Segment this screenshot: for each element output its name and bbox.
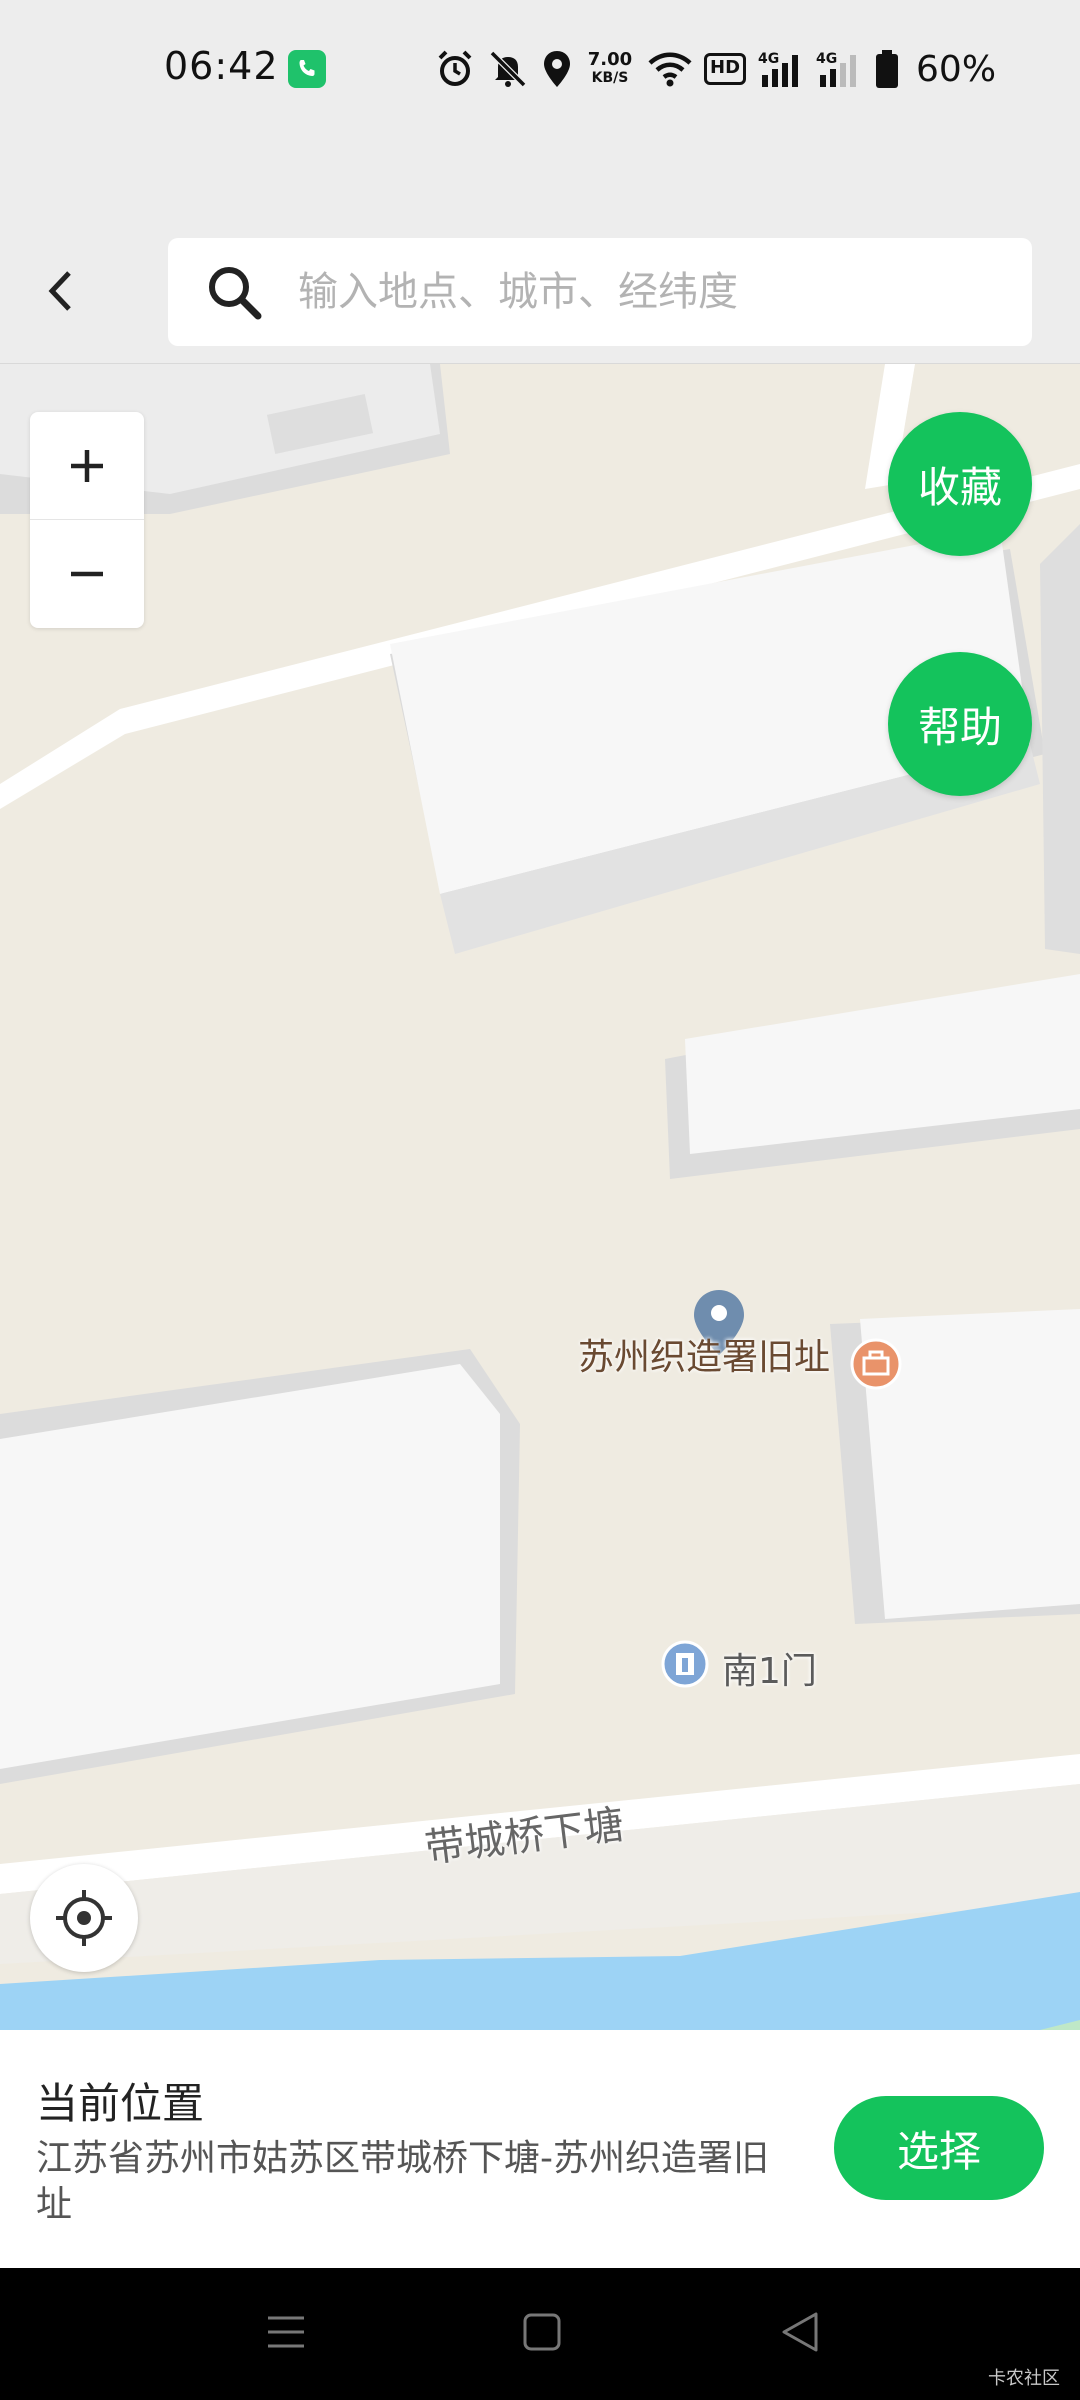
battery-percent: 60%: [916, 48, 997, 90]
alarm-icon: [438, 50, 472, 86]
status-icons: 7.00 KB/S HD 4G 4G 60%: [436, 44, 996, 94]
back-button[interactable]: [30, 256, 90, 326]
current-location-title: 当前位置: [36, 2079, 205, 2128]
battery-icon: [876, 50, 899, 88]
status-bar: 06:42 7.00 KB/S HD 4G 4G 60%: [0, 0, 1080, 140]
signal-4g-2-icon: 4G: [816, 51, 857, 87]
system-nav-bar: 卡农社区: [0, 2268, 1080, 2400]
location-sheet: 当前位置 江苏省苏州市姑苏区带城桥下塘-苏州织造署旧址 选择: [0, 2030, 1080, 2268]
watermark: 卡农社区: [988, 2368, 1060, 2389]
svg-text:4G: 4G: [758, 51, 779, 67]
hd-volte-icon: HD: [704, 53, 747, 85]
back-triangle-icon[interactable]: [778, 2310, 822, 2354]
net-speed: 7.00 KB/S: [584, 51, 636, 87]
mute-icon: [489, 50, 527, 88]
building-right-edge: [1040, 524, 1080, 954]
phone-call-icon: [288, 50, 326, 88]
minus-icon: [71, 571, 103, 577]
menu-icon[interactable]: [264, 2310, 308, 2354]
help-button[interactable]: 帮助: [888, 652, 1032, 796]
select-button[interactable]: 选择: [834, 2096, 1044, 2200]
svg-text:4G: 4G: [816, 51, 837, 67]
net-speed-unit: KB/S: [591, 70, 629, 86]
location-icon: [544, 51, 570, 87]
map-canvas: [0, 364, 1080, 2030]
poi-label-gate[interactable]: 南1门: [722, 1642, 817, 1694]
locate-me-button[interactable]: [30, 1864, 138, 1972]
search-box[interactable]: [168, 238, 1032, 346]
plus-icon: [71, 449, 103, 482]
poi-gate-icon: [661, 1640, 709, 1688]
chevron-left-icon: [48, 271, 71, 311]
zoom-in-button[interactable]: [30, 412, 144, 520]
building-bottom-left: [0, 1349, 520, 1784]
zoom-control: [30, 412, 144, 628]
home-icon[interactable]: [520, 2310, 564, 2354]
building-mid-right: [665, 974, 1080, 1179]
zoom-out-button[interactable]: [30, 520, 144, 628]
current-location-address: 江苏省苏州市姑苏区带城桥下塘-苏州织造署旧址: [36, 2138, 769, 2225]
poi-label-main[interactable]: 苏州织造署旧址: [578, 1328, 830, 1380]
map-view[interactable]: 收藏 帮助 苏州织造署旧址 南1门 带城桥下塘: [0, 364, 1080, 2030]
poi-museum-icon: [850, 1338, 902, 1390]
search-icon: [209, 267, 262, 320]
signal-4g-icon: 4G: [758, 51, 799, 87]
search-input[interactable]: [298, 238, 998, 346]
search-header: [0, 218, 1080, 364]
wifi-icon: [648, 52, 692, 87]
crosshair-locate-icon: [56, 1890, 112, 1946]
status-time: 06:42: [164, 44, 279, 88]
favorite-button[interactable]: 收藏: [888, 412, 1032, 556]
net-speed-value: 7.00: [587, 49, 633, 70]
